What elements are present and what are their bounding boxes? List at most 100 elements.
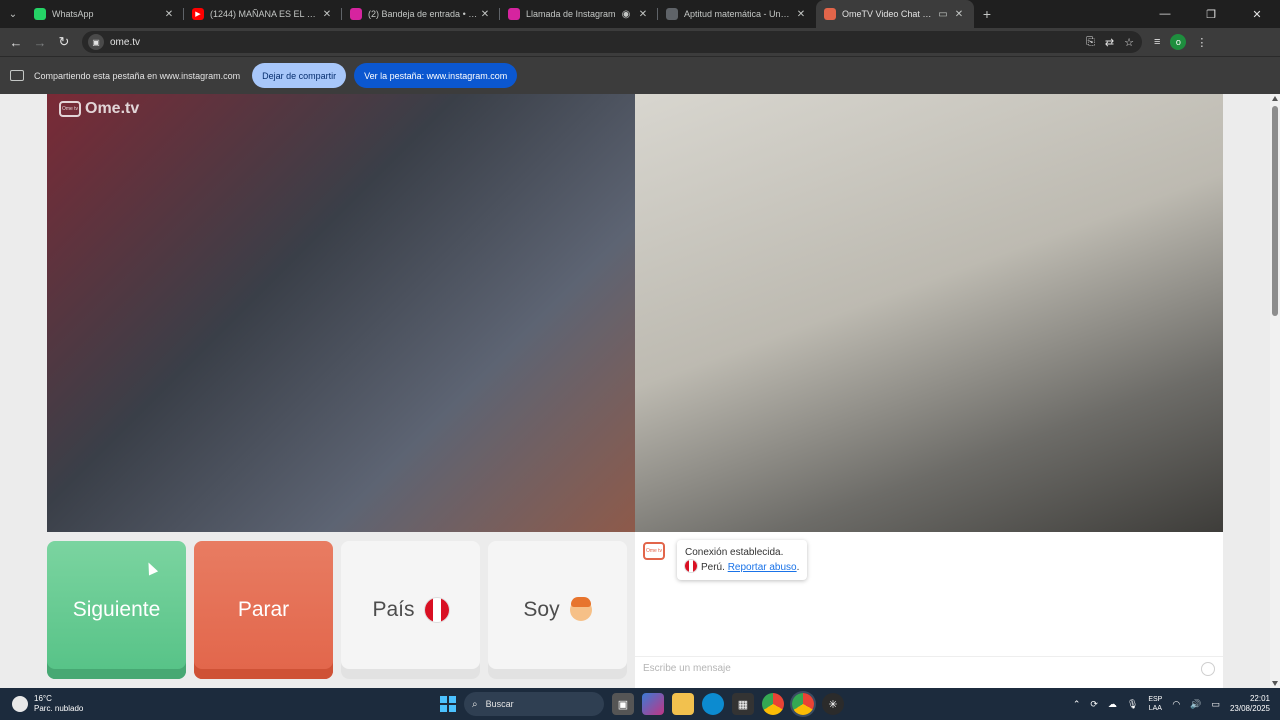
taskbar-search-placeholder: Buscar xyxy=(485,699,514,709)
mouse-cursor-icon xyxy=(143,560,159,576)
shield-icon xyxy=(666,8,678,20)
tab-whatsapp[interactable]: WhatsApp ✕ xyxy=(26,0,184,28)
stop-button[interactable]: Parar xyxy=(194,541,333,679)
ometv-logo-icon: Ome tv xyxy=(59,101,81,117)
new-tab-button[interactable]: + xyxy=(974,0,1000,28)
microsoft-store-icon[interactable]: ▦ xyxy=(732,693,754,715)
tab-aptitud[interactable]: Aptitud matemática - Unens Ed ✕ xyxy=(658,0,816,28)
instagram-icon xyxy=(350,8,362,20)
ometv-icon xyxy=(824,8,836,20)
close-icon[interactable]: ✕ xyxy=(162,9,176,20)
close-icon[interactable]: ✕ xyxy=(636,9,650,20)
browser-toolbar: ← → ↻ ▣ ome.tv ⎘ ⇄ ☆ ≡ o ⋮ xyxy=(0,28,1280,56)
bookmark-star-icon[interactable]: ☆ xyxy=(1124,36,1134,49)
taskbar-apps: ⌕ Buscar ▣ ▦ ✳ xyxy=(440,688,844,720)
boy-emoji-icon xyxy=(569,597,592,621)
view-tab-button[interactable]: Ver la pestaña: www.instagram.com xyxy=(354,63,518,88)
back-button[interactable]: ← xyxy=(4,28,28,56)
microphone-icon[interactable]: 🎙 xyxy=(1127,699,1138,710)
screen-share-icon xyxy=(10,70,24,81)
sync-icon[interactable]: ⟳ xyxy=(1090,699,1098,710)
language-indicator[interactable]: ESP LAA xyxy=(1148,695,1162,713)
menu-kebab-icon[interactable]: ⋮ xyxy=(1196,36,1207,49)
tab-instagram-call[interactable]: Llamada de Instagram ◉ ✕ xyxy=(500,0,658,28)
maximize-button[interactable]: ❐ xyxy=(1188,0,1234,28)
report-suffix: . xyxy=(796,562,800,573)
arrow-left-icon: ← xyxy=(9,34,23,50)
arrow-right-icon: → xyxy=(33,34,47,50)
task-view-icon[interactable]: ▣ xyxy=(612,693,634,715)
weather-widget[interactable]: 16°C Parc. nublado xyxy=(0,694,200,714)
battery-icon[interactable]: ▭ xyxy=(1211,699,1220,710)
sharing-status-text: Compartiendo esta pestaña en www.instagr… xyxy=(34,70,241,81)
install-app-icon[interactable]: ⎘ xyxy=(1086,36,1095,49)
scroll-thumb[interactable] xyxy=(1272,106,1278,316)
chatgpt-icon[interactable]: ✳ xyxy=(822,693,844,715)
site-info-icon[interactable]: ▣ xyxy=(88,34,104,50)
system-message: Conexión establecida. Perú. Reportar abu… xyxy=(677,540,808,580)
page-scrollbar[interactable] xyxy=(1270,94,1280,688)
tab-youtube[interactable]: ▶ (1244) MAÑANA ES EL CLÁSICO ✕ xyxy=(184,0,342,28)
url-text: ome.tv xyxy=(110,36,141,48)
tab-label: Aptitud matemática - Unens Ed xyxy=(684,9,794,19)
chat-message-input[interactable]: Escribe un mensaje xyxy=(635,656,1223,680)
next-button[interactable]: Siguiente xyxy=(47,541,186,679)
tab-strip: ⌄ WhatsApp ✕ ▶ (1244) MAÑANA ES EL CLÁSI… xyxy=(0,0,1280,28)
chevron-up-icon[interactable]: ⌃ xyxy=(1073,699,1081,710)
youtube-icon: ▶ xyxy=(192,8,204,20)
reload-icon: ↻ xyxy=(58,34,70,49)
tab-label: (2) Bandeja de entrada • Chats xyxy=(368,9,478,19)
onedrive-icon[interactable]: ☁ xyxy=(1108,699,1117,710)
peru-flag-icon xyxy=(685,560,697,572)
close-icon[interactable]: ✕ xyxy=(320,9,334,20)
search-icon: ⌕ xyxy=(472,698,478,710)
reload-button[interactable]: ↻ xyxy=(52,28,76,56)
scroll-down-icon[interactable] xyxy=(1272,681,1278,686)
media-controls-icon[interactable]: ≡ xyxy=(1154,36,1160,48)
whatsapp-icon xyxy=(34,8,46,20)
address-bar[interactable]: ▣ ome.tv ⎘ ⇄ ☆ xyxy=(82,31,1142,53)
file-explorer-icon[interactable] xyxy=(672,693,694,715)
ometv-logo-icon: Ome tv xyxy=(643,542,665,560)
chat-input-placeholder: Escribe un mensaje xyxy=(643,663,731,674)
clock-time: 22:01 xyxy=(1249,694,1270,703)
chrome-active-icon[interactable] xyxy=(792,693,814,715)
close-window-button[interactable]: ✕ xyxy=(1234,0,1280,28)
connection-status: Conexión establecida. xyxy=(685,547,784,558)
chevron-down-icon: ⌄ xyxy=(8,8,18,20)
emoji-icon[interactable] xyxy=(1201,661,1215,676)
instagram-icon xyxy=(508,8,520,20)
windows-start-icon[interactable] xyxy=(440,696,456,712)
stop-sharing-button[interactable]: Dejar de compartir xyxy=(252,63,347,88)
profile-avatar[interactable]: o xyxy=(1170,34,1187,50)
close-icon[interactable]: ✕ xyxy=(794,9,808,20)
minimize-button[interactable]: — xyxy=(1142,0,1188,28)
screen-share-icon: ▭ xyxy=(938,8,948,20)
tab-ometv[interactable]: OmeTV Video Chat — Ome ▭ ✕ xyxy=(816,0,974,28)
cloud-icon xyxy=(12,696,28,712)
report-abuse-link[interactable]: Reportar abuso xyxy=(728,562,797,573)
system-tray: ⌃ ⟳ ☁ 🎙 ESP LAA ◠ 🔊 ▭ 22:01 23/08/2025 xyxy=(1073,694,1280,714)
close-icon[interactable]: ✕ xyxy=(952,9,966,20)
chrome-icon[interactable] xyxy=(762,693,784,715)
scroll-up-icon[interactable] xyxy=(1272,96,1278,101)
partner-country-line: Perú. Reportar abuso. xyxy=(685,560,799,575)
copilot-icon[interactable] xyxy=(642,693,664,715)
edge-icon[interactable] xyxy=(702,693,724,715)
temperature: 16°C xyxy=(34,694,52,703)
country-filter-button[interactable]: País xyxy=(341,541,480,679)
tab-label: WhatsApp xyxy=(52,9,94,19)
tab-instagram-inbox[interactable]: (2) Bandeja de entrada • Chats ✕ xyxy=(342,0,500,28)
tab-label: Llamada de Instagram xyxy=(526,9,616,19)
volume-icon[interactable]: 🔊 xyxy=(1190,699,1201,710)
local-video: Ome tv Ome.tv xyxy=(47,94,635,532)
clock[interactable]: 22:01 23/08/2025 xyxy=(1230,694,1270,714)
forward-button[interactable]: → xyxy=(28,28,52,56)
translate-icon[interactable]: ⇄ xyxy=(1105,36,1114,49)
action-buttons: Siguiente Parar País Soy xyxy=(47,541,627,679)
gender-filter-button[interactable]: Soy xyxy=(488,541,627,679)
tab-search-button[interactable]: ⌄ xyxy=(0,0,26,28)
wifi-icon[interactable]: ◠ xyxy=(1172,699,1180,710)
close-icon[interactable]: ✕ xyxy=(478,9,492,20)
taskbar-search[interactable]: ⌕ Buscar xyxy=(464,692,604,716)
